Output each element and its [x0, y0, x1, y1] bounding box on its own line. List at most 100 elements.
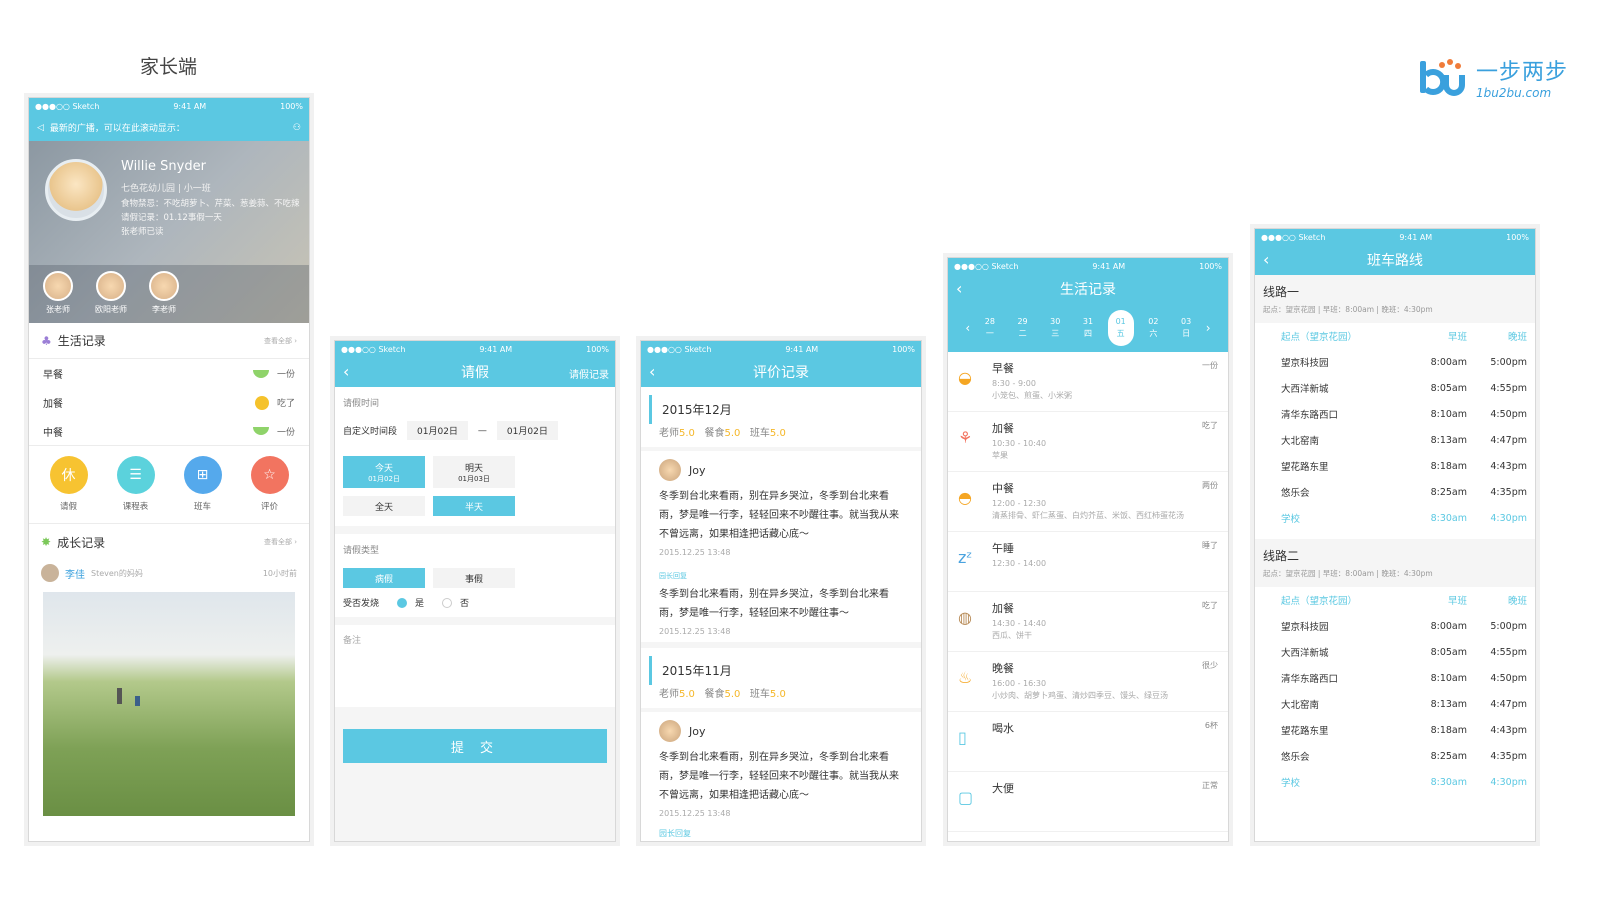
bus-shortcut[interactable]: ⊞ 班车 — [183, 456, 222, 513]
status-bar: ●●●○○ Sketch 9:41 AM 100% — [1255, 229, 1535, 245]
life-record-header[interactable]: ♣ 生活记录 查看全部 › — [29, 323, 309, 359]
shortcut-label: 评价 — [260, 502, 278, 512]
schedule-shortcut[interactable]: ☰ 课程表 — [116, 456, 155, 513]
meal-name: 早餐 — [43, 370, 63, 381]
stop-row: 清华东路西口 8:10am 4:50pm — [1255, 401, 1535, 427]
submit-button[interactable]: 提 交 — [343, 729, 607, 763]
author-name[interactable]: 李佳 — [65, 566, 85, 581]
day-item[interactable]: 28 一 — [977, 310, 1003, 346]
brand-logo: 一步两步 1bu2bu.com — [1418, 54, 1568, 100]
to-date[interactable]: 01月02日 — [496, 421, 558, 440]
life-item[interactable]: ♨ 晚餐 16:00 - 16:30 小炒肉、胡萝卜鸡蛋、清炒四季豆、馒头、绿豆汤 很少 — [948, 652, 1228, 712]
from-date[interactable]: 01月02日 — [407, 421, 468, 440]
item-name: 大便 — [992, 782, 1014, 795]
back-icon[interactable]: ‹ — [343, 362, 349, 381]
quick-actions: 休请假 ☰ 课程表 ⊞ 班车 ☆ 评价 — [29, 446, 309, 524]
day-item[interactable]: 03 日 — [1173, 310, 1199, 346]
note-textarea[interactable]: 备注 — [335, 625, 615, 707]
chevron-right-icon[interactable]: › — [1206, 321, 1211, 335]
life-item[interactable]: ◍ 加餐 14:30 - 14:40 西瓜、饼干 吃了 — [948, 592, 1228, 652]
avatar — [43, 271, 73, 301]
life-item[interactable]: ⚘ 加餐 10:30 - 10:40 苹果 吃了 — [948, 412, 1228, 472]
sick-leave-option[interactable]: 病假 — [343, 568, 425, 588]
leaf-icon: ✸ — [41, 535, 52, 549]
half-day-option[interactable]: 半天 — [433, 496, 515, 516]
day-weekday: 六 — [1149, 329, 1158, 338]
day-item[interactable]: 30 三 — [1042, 310, 1068, 346]
route-desc: 起点：望京花园 | 早班：8:00am | 晚班：4:30pm — [1263, 305, 1433, 314]
stop-name: 清华东路西口 — [1281, 674, 1339, 685]
user-icon[interactable]: ⚇ — [293, 123, 301, 133]
parent-home-screen: ●●●○○ Sketch 9:41 AM 100% ◁ 最新的广播，可以在此滚动显示… — [28, 97, 310, 842]
teacher-item[interactable]: 张老师 — [43, 271, 73, 323]
route-head-row[interactable]: 起点（望京花园） 早班 晚班 — [1255, 587, 1535, 613]
morning-time: 8:25am — [1430, 486, 1467, 498]
day-item[interactable]: 29 二 — [1010, 310, 1036, 346]
child-avatar — [45, 159, 107, 221]
day-item[interactable]: 31 四 — [1075, 310, 1101, 346]
leave-shortcut[interactable]: 休请假 — [49, 456, 88, 513]
life-item[interactable]: ▢ 大便 正常 — [948, 772, 1228, 832]
stop-row: 清华东路西口 8:10am 4:50pm — [1255, 665, 1535, 691]
item-time: 8:30 - 9:00 — [992, 379, 1036, 388]
full-day-option[interactable]: 全天 — [343, 496, 425, 516]
growth-record-header[interactable]: ✸ 成长记录 查看全部 › — [29, 524, 309, 560]
meal-status: 一份 — [276, 427, 295, 438]
avatar — [41, 564, 59, 582]
radio-no[interactable] — [442, 597, 453, 608]
comment: Joy 冬季到台北来看雨，别在异乡哭泣，冬季到台北来看雨，梦是唯一行李，轻轻回来… — [641, 451, 921, 565]
time: 9:41 AM — [785, 344, 819, 354]
schedule-icon: ☰ — [116, 456, 155, 494]
comment: Joy 冬季到台北来看雨，别在异乡哭泣，冬季到台北来看雨，梦是唯一行李，轻轻回来… — [641, 712, 921, 841]
tomorrow-option[interactable]: 明天 01月03日 — [433, 456, 515, 488]
teacher-item[interactable]: 欧阳老师 — [95, 271, 127, 323]
chevron-left-icon[interactable]: ‹ — [965, 321, 970, 335]
day-item[interactable]: 01 五 — [1107, 310, 1134, 346]
day-item[interactable]: 02 六 — [1140, 310, 1166, 346]
type-picker: 病假 事假 受否发烧 是 否 — [335, 564, 615, 617]
item-status: 吃了 — [1202, 601, 1218, 610]
teacher-list: 张老师 欧阳老师 李老师 — [29, 265, 309, 323]
item-time: 12:30 - 14:00 — [992, 559, 1047, 568]
life-item[interactable]: ◓ 中餐 12:00 - 12:30 清蒸排骨、虾仁蒸蛋、白灼芥蓝、米饭、西红柿蛋花汤… — [948, 472, 1228, 532]
nav-bar: ‹ 评价记录 — [641, 357, 921, 387]
today-option[interactable]: 今天 01月02日 — [343, 456, 425, 488]
section-title: 成长记录 — [57, 535, 106, 550]
child-profile: Willie Snyder 七色花幼儿园 | 小一班 食物禁忌：不吃胡萝卜、芹菜… — [29, 141, 309, 323]
review-shortcut[interactable]: ☆ 评价 — [250, 456, 289, 513]
morning-time: 8:00am — [1430, 620, 1467, 632]
back-icon[interactable]: ‹ — [1263, 250, 1269, 269]
item-desc: 小笼包、煎蛋、小米粥 — [992, 391, 1072, 400]
life-item[interactable]: ▯ 喝水 6杯 — [948, 712, 1228, 772]
score-value: 5.0 — [769, 428, 786, 439]
route-name: 线路二 — [1263, 549, 1300, 563]
day-number: 02 — [1148, 317, 1159, 326]
leave-history-link[interactable]: 请假记录 — [569, 366, 609, 381]
evening-time: 4:30pm — [1490, 512, 1527, 524]
back-icon[interactable]: ‹ — [649, 362, 655, 381]
custom-label: 自定义时间段 — [343, 427, 398, 437]
score-value: 5.0 — [679, 689, 695, 700]
back-icon[interactable]: ‹ — [956, 279, 962, 298]
view-all-link[interactable]: 查看全部 — [264, 337, 292, 345]
view-all-link[interactable]: 查看全部 — [264, 538, 292, 546]
life-item[interactable]: zᶻ 午睡 12:30 - 14:00 睡了 — [948, 532, 1228, 592]
route-head-row[interactable]: 起点（望京花园） 早班 晚班 — [1255, 323, 1535, 349]
teacher-item[interactable]: 李老师 — [149, 271, 179, 323]
yes-label: 是 — [415, 599, 425, 609]
evening-label: 晚班 — [1507, 332, 1527, 343]
post-photo[interactable] — [43, 592, 295, 816]
life-item[interactable]: ◒ 早餐 8:30 - 9:00 小笼包、煎蛋、小米粥 一份 — [948, 352, 1228, 412]
radio-yes[interactable] — [397, 597, 408, 608]
item-status: 6杯 — [1204, 721, 1218, 730]
broadcast-bar[interactable]: ◁ 最新的广播，可以在此滚动显示： ⚇ — [29, 114, 309, 141]
item-desc: 西瓜、饼干 — [992, 631, 1032, 640]
avatar — [149, 271, 179, 301]
child-school: 七色花幼儿园 | 小一班 — [121, 184, 211, 194]
personal-leave-option[interactable]: 事假 — [433, 568, 515, 588]
route-list: 线路一 起点：望京花园 | 早班：8:00am | 晚班：4:30pm 起点（望京花… — [1255, 275, 1535, 803]
item-name: 晚餐 — [992, 662, 1014, 675]
day-number: 29 — [1017, 317, 1028, 326]
option-label: 明天 — [464, 463, 483, 474]
stop-name: 清华东路西口 — [1281, 410, 1339, 421]
